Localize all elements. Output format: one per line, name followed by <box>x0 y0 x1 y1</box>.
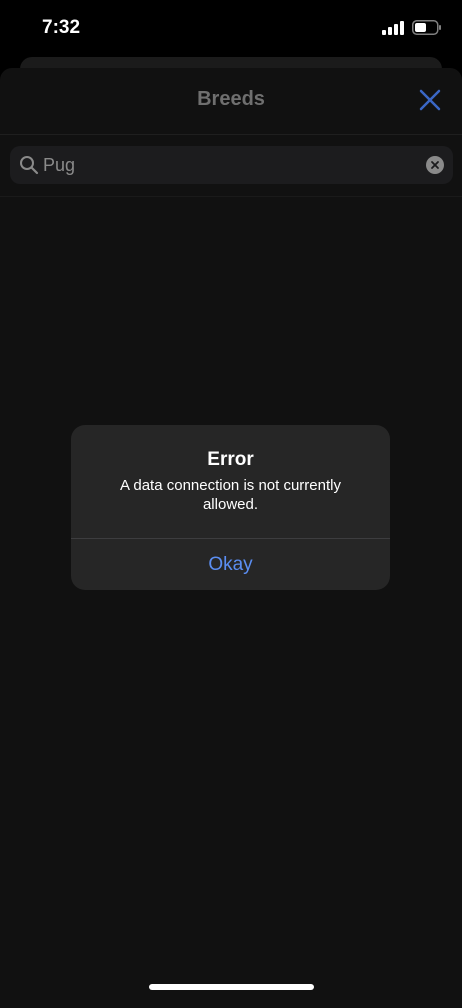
home-indicator[interactable] <box>149 984 314 990</box>
close-icon <box>419 89 441 111</box>
search-icon <box>20 156 39 175</box>
error-alert: Error A data connection is not currently… <box>71 425 390 590</box>
search-bar[interactable]: Pug <box>10 146 453 184</box>
nav-bar: Breeds <box>0 68 462 135</box>
search-input[interactable]: Pug <box>43 146 75 184</box>
okay-button[interactable]: Okay <box>71 539 390 590</box>
alert-title: Error <box>207 449 254 470</box>
status-time: 7:32 <box>42 17 81 38</box>
battery-icon <box>412 20 441 35</box>
search-divider <box>0 196 462 197</box>
close-button[interactable] <box>416 86 444 114</box>
page-title: Breeds <box>197 88 265 110</box>
cellular-signal-icon <box>382 20 404 35</box>
alert-message: A data connection is not currently allow… <box>120 477 341 513</box>
status-icons <box>382 20 442 35</box>
clear-icon[interactable] <box>426 156 444 174</box>
status-bar: 7:32 <box>0 0 462 58</box>
